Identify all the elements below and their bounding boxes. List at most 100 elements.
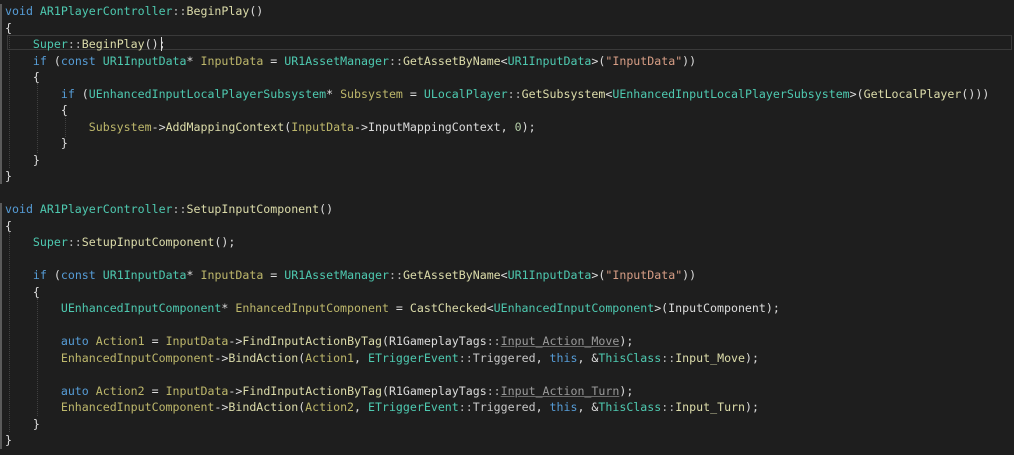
- code-token: ,: [535, 400, 550, 414]
- code-token: InputMappingContext: [368, 119, 501, 134]
- code-token: Subsystem: [340, 86, 403, 101]
- code-token: ULocalPlayer: [423, 86, 508, 101]
- code-token: ::: [67, 37, 82, 51]
- code-line[interactable]: if (UEnhancedInputLocalPlayerSubsystem* …: [0, 86, 1014, 103]
- code-token: ::: [172, 4, 187, 18]
- code-token: InputData: [200, 268, 264, 282]
- code-token: BeginPlay: [81, 37, 145, 51]
- code-token: UR1InputData: [102, 53, 187, 68]
- code-token: ,: [354, 400, 369, 414]
- code-token: 0: [514, 119, 522, 134]
- code-token: );: [619, 334, 634, 348]
- code-line-text: {: [5, 20, 12, 37]
- code-line-text: Super::SetupInputComponent();: [5, 234, 235, 251]
- code-token: *: [186, 53, 201, 68]
- code-token: (: [381, 334, 389, 348]
- code-line[interactable]: EnhancedInputComponent->BindAction(Actio…: [0, 399, 1014, 416]
- code-token: ::: [172, 202, 187, 216]
- code-line[interactable]: {: [0, 69, 1014, 86]
- code-line-text: EnhancedInputComponent->BindAction(Actio…: [5, 350, 759, 367]
- code-token: Input_Action_Move: [500, 334, 620, 348]
- code-token: *: [186, 268, 201, 282]
- code-line[interactable]: void AR1PlayerController::SetupInputComp…: [0, 201, 1014, 218]
- code-line-text: {: [5, 69, 40, 86]
- code-line-text: {: [5, 284, 40, 301]
- code-line[interactable]: if (const UR1InputData* InputData = UR1A…: [0, 53, 1014, 70]
- code-token: ->: [214, 400, 229, 414]
- code-line-text: }: [5, 432, 12, 449]
- code-token: Input_Move: [675, 350, 746, 365]
- code-token: );: [521, 119, 536, 134]
- code-token: AR1PlayerController: [39, 4, 173, 18]
- code-token: ->: [151, 119, 166, 134]
- code-line[interactable]: UEnhancedInputComponent* EnhancedInputCo…: [0, 300, 1014, 317]
- code-token: UR1InputData: [507, 53, 592, 68]
- code-token: Action2: [305, 400, 355, 414]
- code-token: )): [682, 268, 697, 282]
- code-line[interactable]: {: [0, 20, 1014, 37]
- code-token: Subsystem: [88, 119, 152, 134]
- code-token: }: [5, 416, 40, 431]
- code-line[interactable]: }: [0, 135, 1014, 152]
- code-line-text: void AR1PlayerController::SetupInputComp…: [5, 201, 333, 218]
- code-token: auto: [60, 383, 96, 398]
- code-editor[interactable]: void AR1PlayerController::BeginPlay(){ S…: [0, 0, 1014, 455]
- code-line-text: {: [5, 102, 68, 119]
- code-token: ThisClass: [598, 400, 662, 414]
- code-token: SetupInputComponent: [81, 235, 215, 249]
- code-token: InputComponent: [668, 301, 766, 315]
- code-token: auto: [60, 334, 96, 348]
- code-token: "InputData": [605, 268, 683, 282]
- code-line[interactable]: if (const UR1InputData* InputData = UR1A…: [0, 267, 1014, 284]
- code-line[interactable]: {: [0, 102, 1014, 119]
- code-token: }: [5, 169, 12, 183]
- code-line[interactable]: }: [0, 152, 1014, 169]
- code-line[interactable]: Super::BeginPlay();: [0, 36, 1014, 53]
- code-token: <: [500, 268, 508, 282]
- code-token: (: [46, 53, 61, 68]
- code-token: *: [326, 86, 341, 101]
- code-token: "InputData": [605, 53, 683, 68]
- code-line[interactable]: [0, 251, 1014, 268]
- code-token: ::: [661, 400, 676, 414]
- code-token: void: [5, 4, 40, 18]
- code-line[interactable]: }: [0, 168, 1014, 185]
- code-line[interactable]: [0, 185, 1014, 202]
- code-line[interactable]: void AR1PlayerController::BeginPlay(): [0, 3, 1014, 20]
- code-line[interactable]: Subsystem->AddMappingContext(InputData->…: [0, 119, 1014, 136]
- code-token: =: [263, 268, 285, 282]
- code-line[interactable]: }: [0, 432, 1014, 449]
- code-line-text: }: [5, 416, 40, 433]
- code-token: *: [221, 301, 236, 315]
- code-token: Action1: [305, 350, 355, 365]
- code-token: {: [5, 103, 68, 117]
- code-token: =: [402, 86, 424, 101]
- code-line[interactable]: EnhancedInputComponent->BindAction(Actio…: [0, 350, 1014, 367]
- code-token: ())): [961, 86, 990, 101]
- code-token: ::: [388, 268, 403, 282]
- code-line[interactable]: [0, 317, 1014, 334]
- code-line[interactable]: }: [0, 416, 1014, 433]
- code-line[interactable]: auto Action2 = InputData->FindInputActio…: [0, 383, 1014, 400]
- code-token: InputData: [200, 53, 264, 68]
- code-token: this: [549, 400, 578, 414]
- code-token: GetSubsystem: [521, 86, 606, 101]
- code-line[interactable]: {: [0, 218, 1014, 235]
- code-line-text: if (const UR1InputData* InputData = UR1A…: [5, 53, 696, 70]
- code-line[interactable]: {: [0, 284, 1014, 301]
- code-token: ETriggerEvent: [368, 400, 459, 414]
- code-token: ::: [458, 400, 473, 414]
- code-line[interactable]: auto Action1 = InputData->FindInputActio…: [0, 333, 1014, 350]
- code-token: GetAssetByName: [402, 268, 501, 282]
- code-token: ::: [486, 383, 501, 398]
- code-token: =: [388, 301, 410, 315]
- code-token: ::: [67, 235, 82, 249]
- code-token: (: [46, 268, 61, 282]
- code-line[interactable]: Super::SetupInputComponent();: [0, 234, 1014, 251]
- code-line[interactable]: [0, 366, 1014, 383]
- code-token: Triggered: [472, 350, 536, 365]
